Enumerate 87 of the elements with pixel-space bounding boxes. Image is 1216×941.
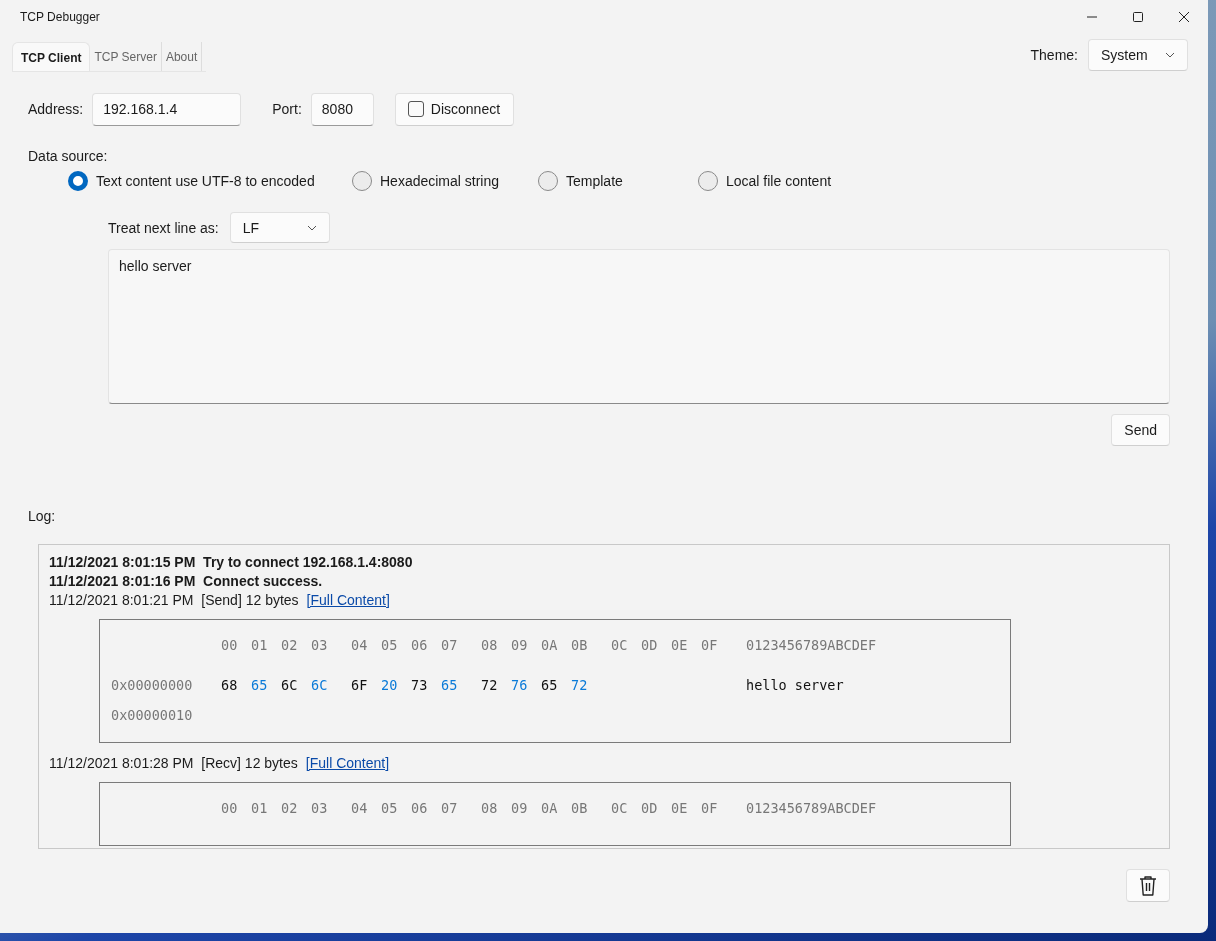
column-header: 0D [641, 637, 659, 653]
radio-label[interactable]: Local file content [726, 173, 832, 189]
column-header: 02 [281, 637, 299, 653]
hex-byte: 6C [281, 677, 299, 693]
column-header: 0F [701, 800, 719, 816]
column-header: 0C [611, 800, 629, 816]
column-header: 01 [251, 637, 269, 653]
theme-dropdown[interactable]: System [1088, 39, 1188, 71]
log-entry: 11/12/2021 8:01:28 PM [Recv] 12 bytes [49, 754, 298, 773]
ascii-text: hello server [746, 677, 844, 693]
hex-byte: 6C [311, 677, 329, 693]
trash-icon [1138, 874, 1158, 897]
column-header: 0D [641, 800, 659, 816]
column-header: 00 [221, 800, 239, 816]
tab[interactable]: TCP Server [90, 42, 162, 71]
address-label: Address: [28, 101, 84, 117]
maximize-icon[interactable] [1132, 11, 1144, 23]
checkbox[interactable] [407, 101, 424, 117]
column-header: 0123456789ABCDEF [746, 637, 877, 653]
column-header: 09 [511, 800, 529, 816]
newline-label: Treat next line as: [108, 219, 219, 236]
hex-byte: 65 [251, 677, 269, 693]
chevron-down-icon [1165, 52, 1175, 58]
hex-byte: 68 [221, 677, 239, 693]
full-content-link[interactable]: [Full Content] [305, 754, 390, 773]
hex-byte: 6F [351, 677, 369, 693]
column-header: 06 [411, 637, 429, 653]
send-button[interactable]: Send [1111, 414, 1170, 446]
address-field[interactable]: 192.168.1.4 [92, 92, 242, 126]
column-header: 0B [571, 637, 589, 653]
clear-log-button[interactable] [1126, 869, 1170, 902]
hex-byte: 73 [411, 677, 429, 693]
column-header: 08 [481, 637, 499, 653]
column-header: 07 [441, 800, 459, 816]
theme-label: Theme: [1030, 47, 1078, 63]
column-header: 03 [311, 800, 329, 816]
column-header: 07 [441, 637, 459, 653]
radio-button[interactable] [352, 171, 372, 191]
column-header: 05 [381, 637, 399, 653]
offset-label: 0x00000010 [111, 707, 194, 723]
radio-label[interactable]: Hexadecimal string [380, 173, 500, 189]
column-header: 0F [701, 637, 719, 653]
newline-dropdown[interactable]: LF [229, 212, 330, 243]
column-header: 08 [481, 800, 499, 816]
column-header: 0A [541, 637, 559, 653]
chevron-down-icon [306, 224, 317, 231]
hex-byte: 65 [541, 677, 559, 693]
tab[interactable]: TCP Client [12, 42, 91, 71]
message-input[interactable]: hello server [108, 249, 1170, 404]
full-content-link[interactable]: [Full Content] [306, 591, 390, 610]
column-header: 0E [671, 800, 689, 816]
radio-label[interactable]: Text content use UTF-8 to encoded [96, 173, 315, 189]
port-field[interactable]: 8080 [310, 92, 374, 126]
column-header: 0123456789ABCDEF [746, 800, 877, 816]
log-label: Log: [28, 508, 57, 524]
hex-byte: 72 [571, 677, 589, 693]
close-icon[interactable] [1178, 11, 1190, 23]
column-header: 04 [351, 637, 369, 653]
column-header: 05 [381, 800, 399, 816]
column-header: 06 [411, 800, 429, 816]
port-label: Port: [272, 101, 302, 117]
column-header: 00 [221, 637, 239, 653]
radio-button[interactable] [538, 171, 558, 191]
column-header: 03 [311, 637, 329, 653]
window-title: TCP Debugger [20, 10, 100, 24]
column-header: 0C [611, 637, 629, 653]
radio-button[interactable] [68, 171, 88, 191]
column-header: 02 [281, 800, 299, 816]
radio-label[interactable]: Template [566, 173, 623, 189]
log-entry: 11/12/2021 8:01:15 PM Try to connect 192.168.1.4:8080 [49, 553, 414, 572]
column-header: 0E [671, 637, 689, 653]
hex-byte: 72 [481, 677, 499, 693]
disconnect-toggle-button[interactable]: Disconnect [394, 92, 514, 126]
column-header: 0B [571, 800, 589, 816]
column-header: 04 [351, 800, 369, 816]
column-header: 09 [511, 637, 529, 653]
column-header: 0A [541, 800, 559, 816]
data-source-label: Data source: [28, 148, 109, 164]
log-entry: 11/12/2021 8:01:21 PM [Send] 12 bytes [49, 591, 299, 610]
radio-button[interactable] [698, 171, 718, 191]
hex-byte: 65 [441, 677, 459, 693]
hex-byte: 20 [381, 677, 399, 693]
offset-label: 0x00000000 [111, 677, 194, 693]
log-entry: 11/12/2021 8:01:16 PM Connect success. [49, 572, 324, 591]
tab[interactable]: About [161, 42, 203, 71]
hex-byte: 76 [511, 677, 529, 693]
column-header: 01 [251, 800, 269, 816]
